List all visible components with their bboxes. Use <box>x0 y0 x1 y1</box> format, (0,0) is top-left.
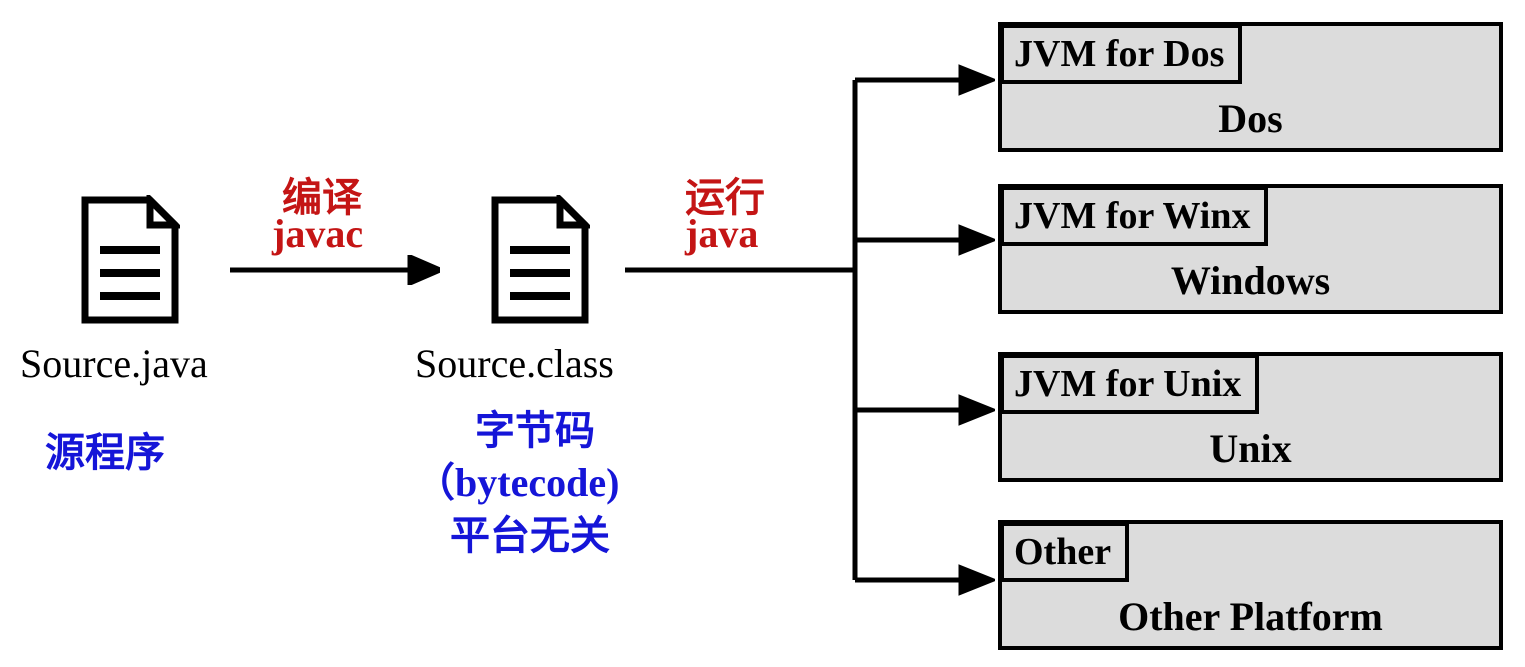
jvm-label: JVM for Winx <box>1000 186 1268 246</box>
bytecode-caption-2: （bytecode) <box>415 450 619 508</box>
bytecode-filename: Source.class <box>415 340 614 387</box>
jvm-label: Other <box>1000 522 1129 582</box>
os-label: Dos <box>1002 95 1499 142</box>
jvm-label: JVM for Dos <box>1000 24 1242 84</box>
compile-command: javac <box>272 210 363 257</box>
bytecode-file-icon <box>490 195 590 325</box>
compile-arrow-icon <box>230 255 440 285</box>
fanout-arrows-icon <box>625 40 995 600</box>
platform-box-unix: JVM for Unix Unix <box>998 352 1503 482</box>
platform-box-other: Other Other Platform <box>998 520 1503 650</box>
source-filename: Source.java <box>20 340 208 387</box>
bytecode-caption-1: 字节码 <box>475 398 595 456</box>
os-label: Windows <box>1002 257 1499 304</box>
source-file-icon <box>80 195 180 325</box>
os-label: Other Platform <box>1002 593 1499 640</box>
platform-box-windows: JVM for Winx Windows <box>998 184 1503 314</box>
bytecode-caption-3: 平台无关 <box>450 503 610 561</box>
jvm-label: JVM for Unix <box>1000 354 1259 414</box>
os-label: Unix <box>1002 425 1499 472</box>
source-caption: 源程序 <box>45 420 165 478</box>
java-compilation-diagram: Source.java 源程序 编译 javac Source.class 字节… <box>0 0 1525 667</box>
platform-box-dos: JVM for Dos Dos <box>998 22 1503 152</box>
